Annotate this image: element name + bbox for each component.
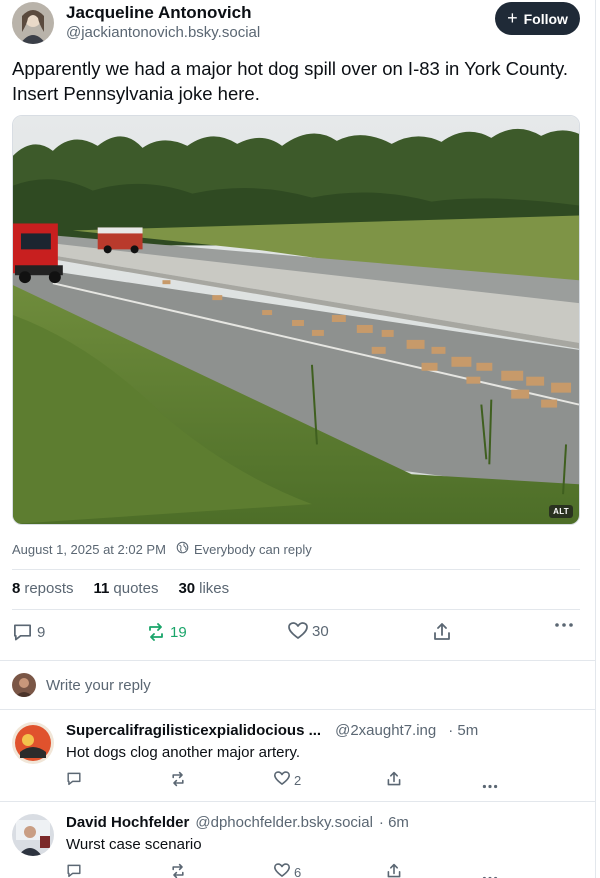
repost-button[interactable]: 19 xyxy=(146,622,187,642)
like-count: 30 xyxy=(312,622,329,640)
reply-icon xyxy=(66,863,82,878)
reply-time[interactable]: · 5m xyxy=(448,722,478,739)
reply-like-button[interactable]: 6 xyxy=(274,863,301,878)
author-name[interactable]: Jacqueline Antonovich xyxy=(66,3,251,23)
more-icon xyxy=(482,869,498,878)
reply-setting[interactable]: Everybody can reply xyxy=(176,541,312,557)
reply-more-button[interactable] xyxy=(482,869,498,878)
globe-icon xyxy=(176,541,189,557)
reply-composer-placeholder: Write your reply xyxy=(46,676,151,694)
post-text: Apparently we had a major hot dog spill … xyxy=(12,58,569,104)
current-user-avatar xyxy=(12,673,36,697)
post-image[interactable]: ALT xyxy=(12,115,580,525)
more-icon xyxy=(554,622,574,628)
quotes-stat[interactable]: 11 quotes xyxy=(94,580,159,597)
reply-count: 9 xyxy=(37,623,46,641)
post-actions: 9 19 30 xyxy=(12,622,580,648)
more-icon xyxy=(482,777,498,792)
reposts-stat[interactable]: 8 reposts xyxy=(12,580,74,597)
reply-header: Supercalifragilisticexpialidocious ... @… xyxy=(66,722,478,739)
reply-like-button[interactable]: 2 xyxy=(274,771,301,789)
share-button[interactable] xyxy=(432,622,452,642)
reply-like-count: 2 xyxy=(294,772,302,788)
reply-reply-button[interactable] xyxy=(66,863,82,878)
divider xyxy=(0,660,596,661)
reply-setting-label: Everybody can reply xyxy=(193,541,312,557)
follow-label: Follow xyxy=(523,10,568,27)
reply-avatar[interactable] xyxy=(12,722,54,764)
divider xyxy=(12,569,580,570)
repost-icon xyxy=(146,622,166,642)
post-stats: 8 reposts 11 quotes 30 likes xyxy=(12,580,229,597)
heart-icon xyxy=(288,622,308,640)
reply-like-count: 6 xyxy=(294,864,302,878)
heart-icon xyxy=(274,771,290,789)
like-button[interactable]: 30 xyxy=(288,622,329,640)
alt-badge[interactable]: ALT xyxy=(549,505,573,518)
reply-author-name[interactable]: David Hochfelder xyxy=(66,814,189,831)
reply-header: David Hochfelder @dphochfelder.bsky.soci… xyxy=(66,814,409,831)
author-handle[interactable]: @jackiantonovich.bsky.social xyxy=(66,24,260,41)
author-avatar[interactable] xyxy=(12,2,54,44)
reply-share-button[interactable] xyxy=(386,863,402,878)
reply-item[interactable]: Supercalifragilisticexpialidocious ... @… xyxy=(0,709,596,801)
share-icon xyxy=(432,622,452,642)
reply-time[interactable]: · 6m xyxy=(379,814,409,831)
more-options-button[interactable] xyxy=(554,622,574,628)
reply-icon xyxy=(12,622,33,642)
likes-stat[interactable]: 30 likes xyxy=(178,580,229,597)
reply-button[interactable]: 9 xyxy=(12,622,45,642)
follow-button[interactable]: + Follow xyxy=(495,2,580,35)
reply-text: Hot dogs clog another major artery. xyxy=(66,744,301,761)
post-thread: Jacqueline Antonovich @jackiantonovich.b… xyxy=(0,0,596,878)
share-icon xyxy=(386,771,402,790)
repost-icon xyxy=(170,771,186,790)
share-icon xyxy=(386,863,402,878)
reply-reply-button[interactable] xyxy=(66,771,82,789)
highway-photo xyxy=(13,116,579,524)
reply-text: Wurst case scenario xyxy=(66,836,202,853)
reply-repost-button[interactable] xyxy=(170,771,186,790)
reply-icon xyxy=(66,771,82,789)
repost-count: 19 xyxy=(170,623,187,641)
reply-author-handle[interactable]: @dphochfelder.bsky.social xyxy=(195,814,373,831)
reply-author-handle[interactable]: @2xaught7.ing xyxy=(335,722,436,739)
heart-icon xyxy=(274,863,290,878)
reply-share-button[interactable] xyxy=(386,771,402,790)
divider xyxy=(12,609,580,610)
post-meta: August 1, 2025 at 2:02 PM Everybody can … xyxy=(12,541,312,557)
plus-icon: + xyxy=(507,7,518,28)
reply-more-button[interactable] xyxy=(482,777,498,792)
post-timestamp[interactable]: August 1, 2025 at 2:02 PM xyxy=(12,542,166,557)
reply-avatar[interactable] xyxy=(12,814,54,856)
repost-icon xyxy=(170,863,186,878)
reply-repost-button[interactable] xyxy=(170,863,186,878)
reply-author-name[interactable]: Supercalifragilisticexpialidocious ... xyxy=(66,722,321,739)
reply-composer[interactable]: Write your reply xyxy=(12,673,151,697)
reply-item[interactable]: David Hochfelder @dphochfelder.bsky.soci… xyxy=(0,801,596,878)
